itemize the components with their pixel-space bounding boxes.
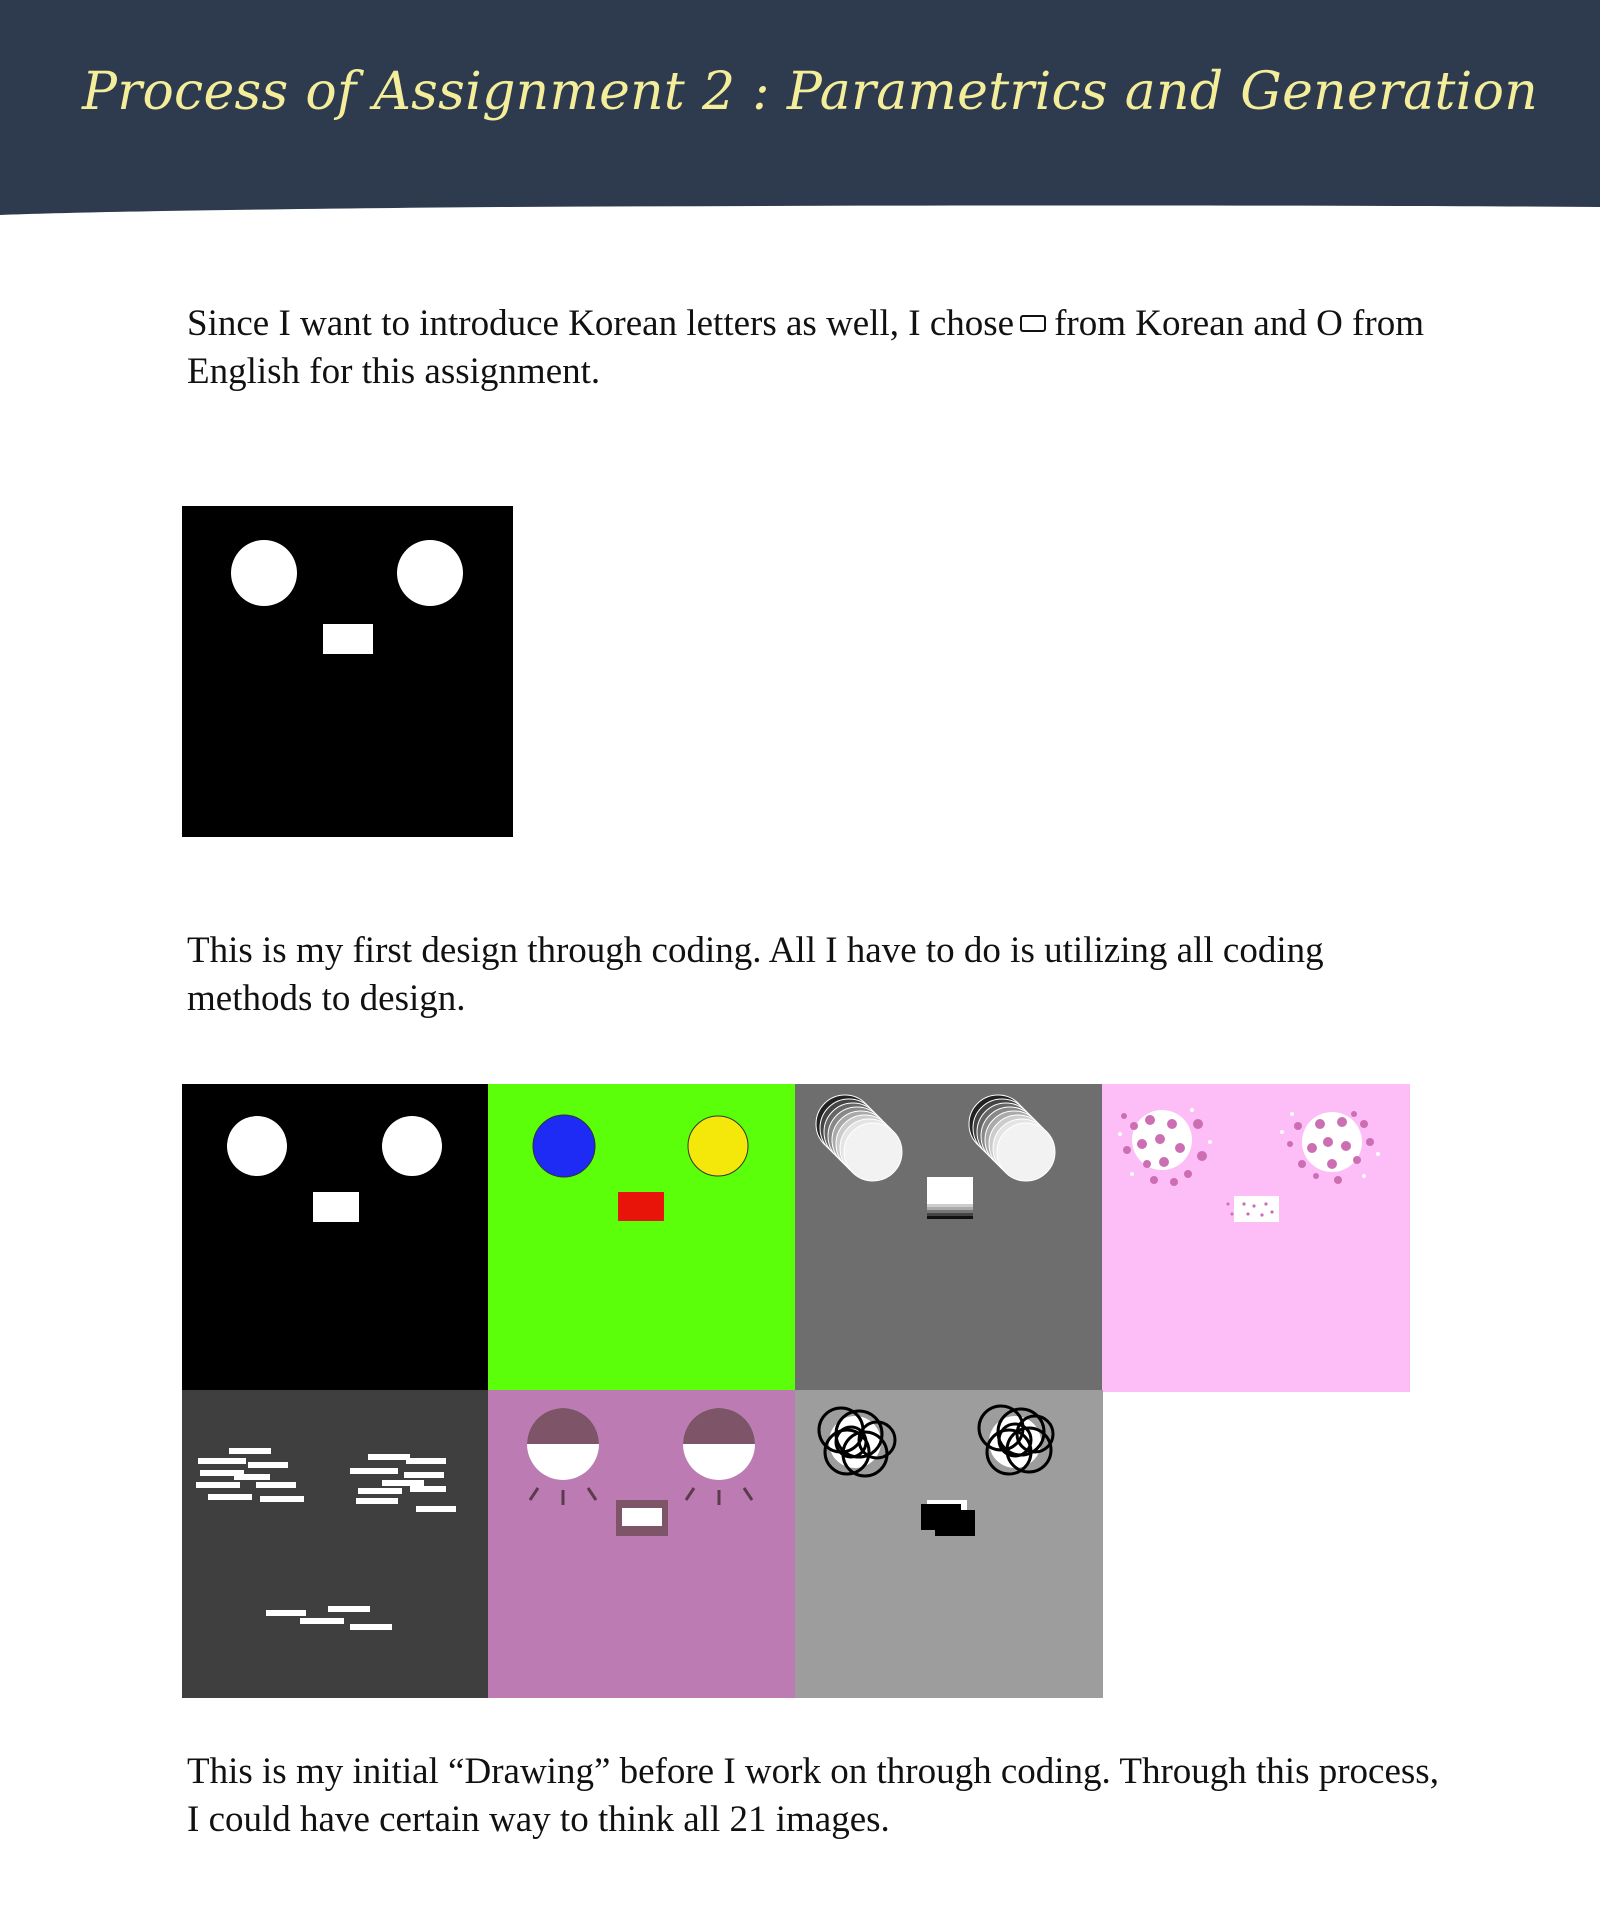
- initial-drawing-caption: This is my initial “Drawing” before I wo…: [187, 1751, 1439, 1840]
- variation-gray-gradient: [795, 1084, 1103, 1392]
- variation-black: [182, 1084, 490, 1392]
- header-banner: Process of Assignment 2 : Parametrics an…: [0, 0, 1600, 220]
- first-design-image: [182, 506, 513, 837]
- variation-green: [488, 1084, 796, 1392]
- intro-paragraph: Since I want to introduce Korean letters…: [187, 300, 1447, 396]
- variation-pink-dots: [1102, 1084, 1410, 1392]
- first-design-caption: This is my first design through coding. …: [187, 930, 1324, 1019]
- variation-gray-circles: [795, 1390, 1103, 1698]
- variation-mauve-eyelids: [488, 1390, 796, 1698]
- intro-text-before: Since I want to introduce Korean letters…: [187, 303, 1015, 344]
- page-title: Process of Assignment 2 : Parametrics an…: [82, 62, 1539, 122]
- korean-letter-glyph: [1020, 315, 1047, 332]
- variation-dark-bars: [182, 1390, 490, 1698]
